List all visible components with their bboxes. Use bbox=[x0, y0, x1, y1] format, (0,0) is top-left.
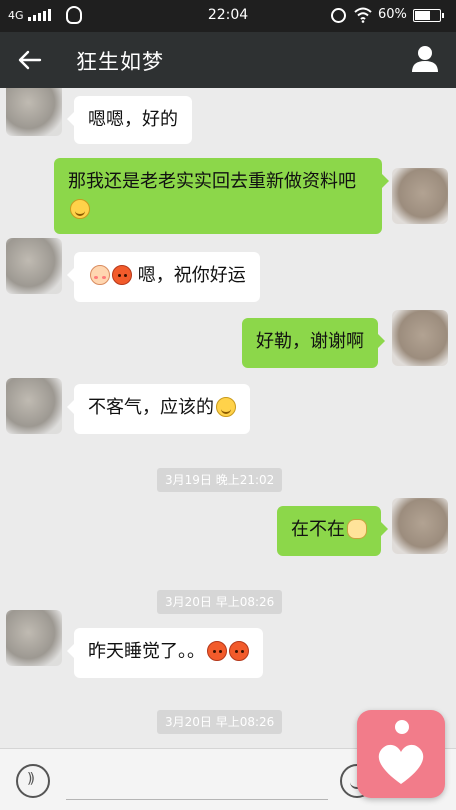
chat-header: 狂生如梦 bbox=[0, 32, 456, 88]
smile-emoji-icon bbox=[216, 397, 236, 417]
smile-emoji-icon bbox=[70, 199, 90, 219]
message-input[interactable] bbox=[66, 799, 328, 800]
blush-emoji-icon bbox=[90, 265, 110, 285]
dot-shape bbox=[395, 720, 409, 734]
contact-avatar[interactable] bbox=[6, 378, 62, 434]
message-text: 昨天睡觉了。。 bbox=[88, 641, 205, 662]
timestamp: 3月20日 早上08:26 bbox=[157, 710, 283, 734]
message-text: 嗯，祝你好运 bbox=[137, 265, 246, 286]
person-icon[interactable] bbox=[410, 44, 440, 74]
angry-emoji-icon bbox=[229, 641, 249, 661]
wifi-icon bbox=[354, 7, 372, 23]
angry-emoji-icon bbox=[112, 265, 132, 285]
timestamp: 3月19日 晚上21:02 bbox=[157, 468, 283, 492]
message-bubble-left[interactable]: 不客气，应该的 bbox=[67, 384, 250, 434]
message-list[interactable]: 嗯嗯，好的 那我还是老老实实回去重新做资料吧 嗯，祝你好运 好勒，谢谢啊 不客气… bbox=[0, 88, 456, 748]
heart-icon bbox=[378, 744, 424, 784]
my-avatar[interactable] bbox=[392, 498, 448, 554]
message-bubble-left[interactable]: 嗯，祝你好运 bbox=[67, 252, 260, 302]
message-text: 不客气，应该的 bbox=[88, 397, 214, 418]
alarm-icon bbox=[331, 8, 346, 23]
chat-title: 狂生如梦 bbox=[76, 50, 164, 74]
message-text: 在不在 bbox=[291, 519, 345, 540]
timestamp: 3月20日 早上08:26 bbox=[157, 590, 283, 614]
message-bubble-left[interactable]: 昨天睡觉了。。 bbox=[67, 628, 263, 678]
message-bubble-right[interactable]: 那我还是老老实实回去重新做资料吧 bbox=[54, 158, 389, 234]
message-bubble-left[interactable]: 嗯嗯，好的 bbox=[67, 96, 192, 144]
contact-avatar[interactable] bbox=[6, 238, 62, 294]
voice-icon[interactable] bbox=[16, 764, 50, 798]
message-bubble-right[interactable]: 在不在 bbox=[277, 506, 388, 556]
message-bubble-right[interactable]: 好勒，谢谢啊 bbox=[242, 318, 385, 368]
battery-icon bbox=[413, 9, 444, 22]
message-text: 好勒，谢谢啊 bbox=[256, 331, 364, 352]
heart-app-icon[interactable] bbox=[357, 710, 445, 798]
arrow-left-icon[interactable] bbox=[14, 44, 46, 76]
contact-avatar[interactable] bbox=[6, 88, 62, 136]
pig-emoji-icon bbox=[347, 519, 367, 539]
angry-emoji-icon bbox=[207, 641, 227, 661]
my-avatar[interactable] bbox=[392, 310, 448, 366]
contact-avatar[interactable] bbox=[6, 610, 62, 666]
message-text: 那我还是老老实实回去重新做资料吧 bbox=[68, 171, 356, 192]
message-text: 嗯嗯，好的 bbox=[88, 109, 178, 130]
my-avatar[interactable] bbox=[392, 168, 448, 224]
status-bar: 4G 22:04 60% bbox=[0, 0, 456, 32]
battery-percent: 60% bbox=[378, 7, 407, 22]
